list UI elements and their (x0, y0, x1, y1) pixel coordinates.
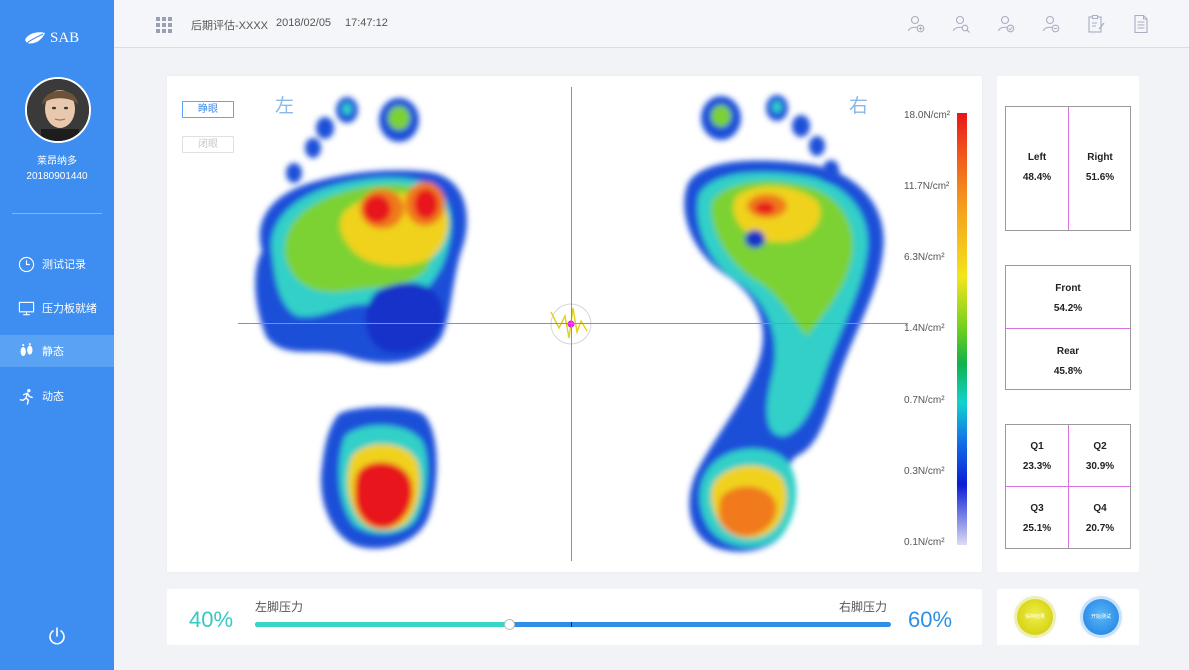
eyes-open-tab[interactable]: 睁眼 (182, 101, 234, 118)
left-load-percent: 40% (189, 607, 234, 632)
left-stat: Left 48.4% (1006, 152, 1068, 183)
center-tick (571, 622, 572, 627)
left-load-label: 左脚压力 (255, 600, 304, 614)
stat-label: Rear (1056, 346, 1080, 357)
stat-value: 25.1% (1022, 523, 1052, 534)
user-id: 20180901440 (26, 171, 88, 182)
left-load-fill (255, 622, 510, 627)
sidebar: SAB 莱昂纳多 20180901440 测试记录 压力板就绪 静态 动态 (0, 0, 114, 670)
right-foot-label: 右 (849, 96, 869, 117)
start-test-button[interactable]: 开始测试 (1083, 599, 1119, 635)
right-load-percent: 60% (908, 607, 953, 632)
crosshair-vertical (571, 87, 572, 561)
sidebar-divider (12, 213, 102, 214)
user-portrait-icon (27, 79, 89, 141)
power-icon[interactable] (47, 626, 67, 646)
nav-item-plate-ready[interactable]: 压力板就绪 (0, 292, 114, 324)
stat-label: Front (1055, 283, 1081, 294)
stat-label: Right (1087, 152, 1113, 163)
save-result-button[interactable]: 保存结果 (1017, 599, 1053, 635)
session-date: 2018/02/05 (276, 17, 332, 29)
divider (1006, 486, 1130, 487)
user-add-icon[interactable] (906, 14, 926, 34)
nav-item-label: 静态 (42, 346, 64, 358)
crosshair-horizontal (238, 323, 908, 324)
brand-name: SAB (50, 30, 80, 46)
scale-label: 11.7N/cm² (904, 181, 950, 192)
user-search-icon[interactable] (951, 14, 971, 34)
nav-item-static[interactable]: 静态 (0, 335, 114, 367)
right-foot-heat (684, 160, 884, 552)
page-title: 后期评估-XXXX (191, 20, 269, 32)
quadrant-box: Q1 23.3% Q2 30.9% Q3 25.1% Q4 20.7% (1005, 424, 1131, 549)
rear-stat: Rear 45.8% (1006, 346, 1130, 377)
left-forefoot-heat (255, 170, 467, 363)
running-icon (19, 388, 33, 405)
left-toes-heat (286, 97, 419, 183)
clipboard-edit-icon[interactable] (1086, 14, 1106, 34)
load-balance-bar (255, 622, 891, 627)
q1-stat: Q1 23.3% (1006, 441, 1068, 472)
front-stat: Front 54.2% (1006, 283, 1130, 314)
nav-item-dynamic[interactable]: 动态 (0, 380, 114, 412)
scale-label: 0.3N/cm² (904, 466, 945, 477)
foot-pressure-heatmap (255, 95, 884, 552)
nav-item-label: 测试记录 (42, 259, 86, 271)
scale-label: 1.4N/cm² (904, 323, 945, 334)
q2-stat: Q2 30.9% (1069, 441, 1131, 472)
session-time: 17:47:12 (345, 17, 388, 29)
nav-item-label: 动态 (42, 391, 64, 403)
distribution-stats-panel: Left 48.4% Right 51.6% Front 54.2% Rear … (997, 76, 1139, 572)
action-panel: 保存结果 开始测试 (997, 589, 1139, 645)
brand-logo: SAB (24, 30, 79, 47)
stat-value: 23.3% (1022, 461, 1052, 472)
scale-label: 18.0N/cm² (904, 110, 951, 121)
load-balance-panel: 40% 左脚压力 右脚压力 60% (167, 589, 982, 645)
stat-value: 54.2% (1053, 303, 1083, 314)
monitor-icon (18, 301, 35, 315)
avatar[interactable] (25, 77, 91, 143)
leaf-icon (25, 31, 45, 43)
scale-label: 6.3N/cm² (904, 252, 945, 263)
header-bar: 后期评估-XXXX 2018/02/05 17:47:12 (114, 0, 1189, 48)
stat-label: Left (1027, 152, 1047, 163)
stat-label: Q3 (1030, 503, 1044, 514)
right-load-label: 右脚压力 (839, 600, 888, 614)
q3-stat: Q3 25.1% (1006, 503, 1068, 534)
divider (1006, 328, 1130, 329)
stat-label: Q2 (1093, 441, 1107, 452)
eyes-closed-tab[interactable]: 闭眼 (182, 136, 234, 153)
user-edit-icon[interactable] (1041, 14, 1061, 34)
stat-value: 51.6% (1085, 172, 1115, 183)
user-check-icon[interactable] (996, 14, 1016, 34)
scale-label: 0.1N/cm² (904, 537, 945, 548)
grid-menu-icon[interactable] (156, 17, 172, 33)
document-icon[interactable] (1131, 14, 1151, 34)
nav-item-label: 压力板就绪 (42, 303, 97, 315)
right-stat: Right 51.6% (1069, 152, 1131, 183)
left-heel-heat (320, 406, 437, 549)
left-right-box: Left 48.4% Right 51.6% (1005, 106, 1131, 231)
pressure-map-panel: 睁眼 闭眼 左 右 18.0N/cm² 11.7N/cm² 6.3N/cm² 1… (167, 76, 982, 572)
stat-value: 45.8% (1053, 366, 1083, 377)
q4-stat: Q4 20.7% (1069, 503, 1131, 534)
scale-label: 0.7N/cm² (904, 395, 945, 406)
stat-label: Q1 (1030, 441, 1044, 452)
clock-icon (18, 256, 35, 272)
stat-value: 30.9% (1085, 461, 1115, 472)
user-name: 莱昂纳多 (37, 156, 77, 167)
pressure-color-scale (957, 113, 967, 545)
nav-item-test-records[interactable]: 测试记录 (0, 248, 114, 280)
balance-knob[interactable] (503, 619, 515, 630)
left-foot-label: 左 (275, 96, 295, 117)
stat-value: 48.4% (1022, 172, 1052, 183)
stat-value: 20.7% (1085, 523, 1115, 534)
front-rear-box: Front 54.2% Rear 45.8% (1005, 265, 1131, 390)
footprint-icon (20, 342, 33, 356)
stat-label: Q4 (1093, 503, 1107, 514)
